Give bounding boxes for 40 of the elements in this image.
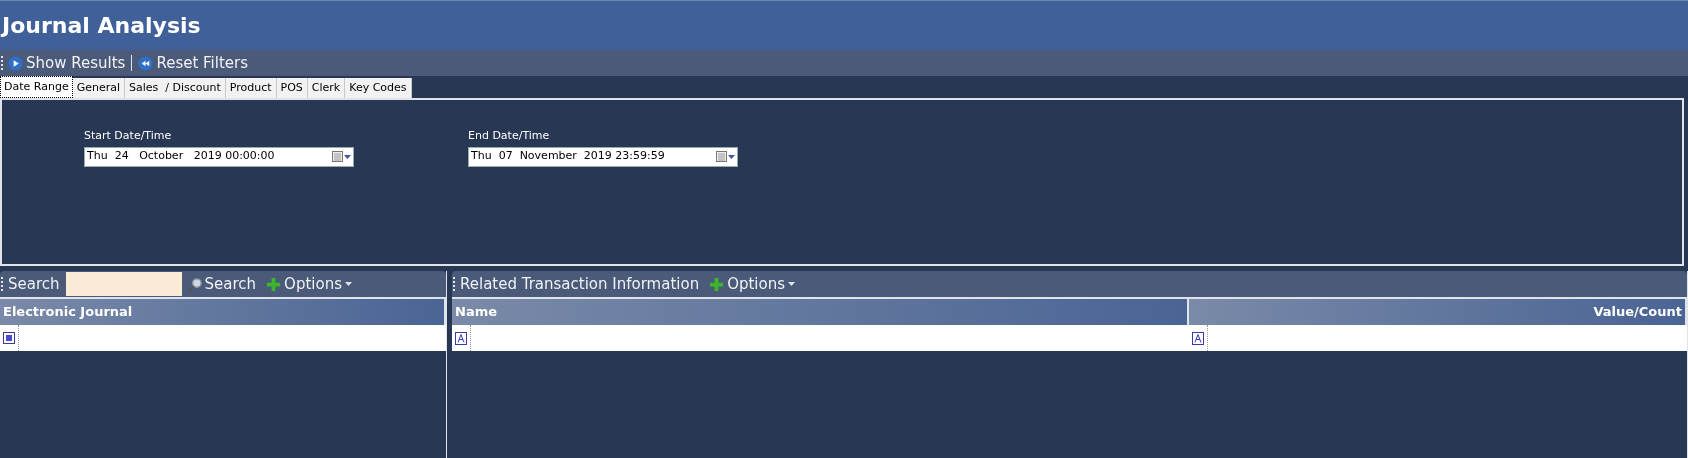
tab[interactable]: Sales / Discount bbox=[125, 78, 226, 98]
rewind-icon bbox=[138, 55, 154, 71]
field-label: End Date/Time bbox=[468, 128, 551, 144]
reset-filters-button[interactable]: Reset Filters bbox=[138, 51, 249, 75]
plus-icon bbox=[266, 276, 282, 292]
square-icon bbox=[3, 332, 15, 344]
calendar-icon bbox=[332, 151, 343, 162]
field-label: Start Date/Time bbox=[84, 128, 173, 144]
caret-icon bbox=[345, 282, 352, 286]
column-header[interactable]: Value/Count bbox=[1189, 299, 1687, 325]
tab[interactable]: POS bbox=[276, 78, 308, 98]
column-header[interactable]: Name bbox=[452, 299, 1189, 325]
grip-icon bbox=[453, 277, 456, 291]
play-icon bbox=[8, 55, 23, 71]
text-field-icon bbox=[1192, 331, 1204, 345]
caret-icon bbox=[728, 154, 735, 159]
tab[interactable]: Clerk bbox=[307, 78, 346, 98]
plus-icon bbox=[709, 276, 725, 292]
calendar-icon bbox=[716, 151, 727, 162]
caret-icon bbox=[788, 282, 796, 286]
search-button[interactable]: Search bbox=[187, 272, 257, 296]
tab[interactable]: Product bbox=[225, 78, 277, 98]
date-field[interactable]: Thu 24 October 2019 00:00:00 bbox=[84, 146, 354, 167]
options-button[interactable]: Options bbox=[709, 272, 796, 296]
pane-title: Related Transaction Information bbox=[460, 273, 700, 295]
grip-icon bbox=[1, 277, 4, 291]
tab[interactable]: Key Codes bbox=[345, 78, 412, 98]
search-label: Search bbox=[8, 273, 60, 295]
grip-icon bbox=[1, 56, 4, 70]
window-title: Journal Analysis bbox=[2, 12, 201, 40]
caret-icon bbox=[344, 154, 351, 159]
text-field-icon bbox=[455, 331, 467, 345]
tab[interactable]: Date Range bbox=[0, 76, 73, 98]
tab[interactable]: General bbox=[72, 78, 125, 98]
search-field[interactable] bbox=[65, 272, 182, 296]
column-header[interactable]: Electronic Journal bbox=[0, 299, 446, 325]
show-results-button[interactable]: Show Results bbox=[8, 51, 126, 75]
search-icon bbox=[187, 276, 203, 292]
date-field[interactable]: Thu 07 November 2019 23:59:59 bbox=[468, 146, 738, 167]
options-button[interactable]: Options bbox=[266, 272, 352, 296]
